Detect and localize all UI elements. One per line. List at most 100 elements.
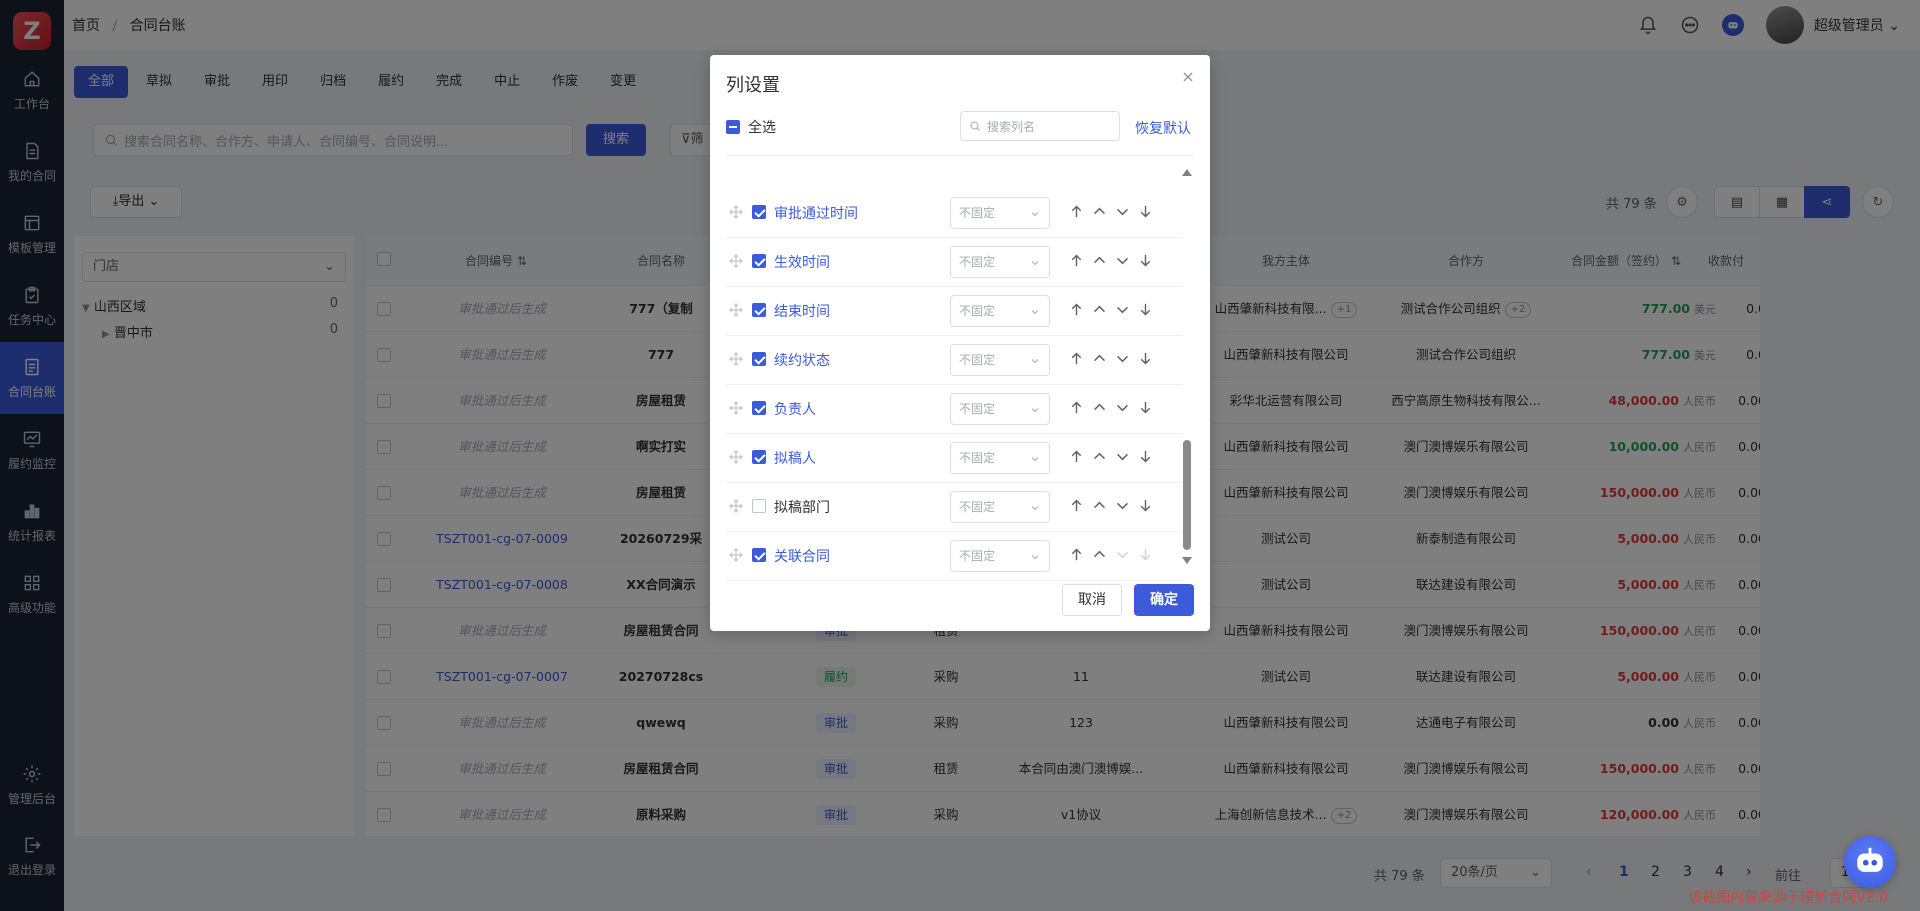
move-bottom-icon[interactable]	[1137, 497, 1154, 514]
column-fixed-value: 不固定	[959, 500, 996, 514]
restore-default-button[interactable]: 恢复默认	[1135, 118, 1191, 138]
drag-handle-icon[interactable]	[728, 204, 744, 220]
column-fixed-select[interactable]: 不固定	[950, 197, 1050, 229]
move-down-icon[interactable]	[1114, 252, 1131, 269]
column-fixed-select[interactable]: 不固定	[950, 442, 1050, 474]
cancel-button[interactable]: 取消	[1062, 584, 1122, 616]
column-fixed-select[interactable]: 不固定	[950, 344, 1050, 376]
column-visible-checkbox[interactable]	[752, 401, 766, 415]
move-top-icon[interactable]	[1068, 399, 1085, 416]
close-icon[interactable]	[1180, 69, 1196, 85]
column-visible-checkbox[interactable]	[752, 499, 766, 513]
column-fixed-value: 不固定	[959, 304, 996, 318]
column-fixed-select[interactable]: 不固定	[950, 295, 1050, 327]
move-bottom-icon[interactable]	[1137, 252, 1154, 269]
chevron-down-icon	[1031, 408, 1039, 413]
drag-handle-icon[interactable]	[728, 253, 744, 269]
column-fixed-value: 不固定	[959, 549, 996, 563]
move-up-icon[interactable]	[1091, 203, 1108, 220]
move-controls	[1068, 350, 1154, 367]
column-fixed-select[interactable]: 不固定	[950, 540, 1050, 572]
column-visible-checkbox[interactable]	[752, 303, 766, 317]
column-name: 生效时间	[774, 255, 830, 271]
move-controls	[1068, 399, 1154, 416]
select-all-checkbox[interactable]: 全选	[726, 117, 776, 137]
move-down-icon[interactable]	[1114, 203, 1131, 220]
column-setting-row[interactable]: 续约状态 不固定	[726, 336, 1182, 385]
column-search-placeholder: 搜索列名	[987, 119, 1036, 134]
ai-assistant-icon[interactable]	[1844, 836, 1896, 888]
column-name: 审批通过时间	[774, 206, 858, 222]
drag-handle-icon[interactable]	[728, 449, 744, 465]
column-visible-checkbox[interactable]	[752, 205, 766, 219]
move-down-icon[interactable]	[1114, 350, 1131, 367]
move-top-icon[interactable]	[1068, 203, 1085, 220]
move-up-icon[interactable]	[1091, 448, 1108, 465]
column-setting-row[interactable]: 负责人 不固定	[726, 385, 1182, 434]
search-icon	[970, 121, 980, 131]
drag-handle-icon[interactable]	[728, 351, 744, 367]
move-up-icon[interactable]	[1091, 497, 1108, 514]
move-top-icon[interactable]	[1068, 252, 1085, 269]
footer-note: 该截图内容来源于璞新合同V2.0	[1688, 890, 1888, 906]
drag-handle-icon[interactable]	[728, 547, 744, 563]
column-setting-row[interactable]: 拟稿部门 不固定	[726, 483, 1182, 532]
indeterminate-checkbox-icon	[726, 120, 740, 134]
move-top-icon[interactable]	[1068, 350, 1085, 367]
column-visible-checkbox[interactable]	[752, 548, 766, 562]
column-fixed-value: 不固定	[959, 353, 996, 367]
drag-handle-icon[interactable]	[728, 400, 744, 416]
move-top-icon[interactable]	[1068, 546, 1085, 563]
column-fixed-select[interactable]: 不固定	[950, 393, 1050, 425]
drag-handle-icon[interactable]	[728, 498, 744, 514]
column-name: 关联合同	[774, 549, 830, 565]
move-up-icon[interactable]	[1091, 301, 1108, 318]
column-visible-checkbox[interactable]	[752, 450, 766, 464]
move-bottom-icon[interactable]	[1137, 203, 1154, 220]
column-visible-checkbox[interactable]	[752, 254, 766, 268]
move-up-icon[interactable]	[1091, 350, 1108, 367]
column-fixed-value: 不固定	[959, 402, 996, 416]
move-top-icon[interactable]	[1068, 448, 1085, 465]
move-down-icon[interactable]	[1114, 497, 1131, 514]
column-name: 负责人	[774, 402, 816, 418]
column-setting-row[interactable]: 结束时间 不固定	[726, 287, 1182, 336]
column-fixed-select[interactable]: 不固定	[950, 491, 1050, 523]
chevron-down-icon	[1031, 261, 1039, 266]
move-bottom-icon[interactable]	[1137, 350, 1154, 367]
move-down-icon[interactable]	[1114, 301, 1131, 318]
move-bottom-icon[interactable]	[1137, 301, 1154, 318]
move-down-icon[interactable]	[1114, 448, 1131, 465]
drag-handle-icon[interactable]	[728, 302, 744, 318]
scroll-down-arrow-icon[interactable]	[1182, 557, 1192, 564]
column-setting-row[interactable]: 生效时间 不固定	[726, 238, 1182, 287]
move-down-icon	[1116, 551, 1129, 559]
move-controls	[1068, 546, 1154, 563]
move-bottom-icon[interactable]	[1137, 399, 1154, 416]
move-controls	[1068, 203, 1154, 220]
move-controls	[1068, 448, 1154, 465]
move-top-icon[interactable]	[1068, 301, 1085, 318]
scroll-up-arrow-icon[interactable]	[1182, 169, 1192, 176]
column-setting-row[interactable]: 拟稿人 不固定	[726, 434, 1182, 483]
confirm-button[interactable]: 确定	[1134, 584, 1194, 616]
scrollbar-thumb[interactable]	[1183, 440, 1191, 550]
move-up-icon[interactable]	[1091, 399, 1108, 416]
move-up-icon[interactable]	[1091, 546, 1108, 563]
move-controls	[1068, 301, 1154, 318]
column-fixed-select[interactable]: 不固定	[950, 246, 1050, 278]
move-down-icon[interactable]	[1114, 399, 1131, 416]
dialog-divider	[726, 155, 1194, 156]
column-setting-row[interactable]: 关联合同 不固定	[726, 532, 1182, 581]
column-setting-row[interactable]: 审批通过时间 不固定	[726, 189, 1182, 238]
column-name: 拟稿人	[774, 451, 816, 467]
column-search-input[interactable]: 搜索列名	[960, 111, 1120, 141]
chevron-down-icon	[1031, 212, 1039, 217]
column-settings-dialog: 列设置 全选 搜索列名 恢复默认 审批通过时间 不固定 生效时间 不固定 结束时间 不固定…	[710, 55, 1210, 631]
move-top-icon[interactable]	[1068, 497, 1085, 514]
move-bottom-icon[interactable]	[1137, 448, 1154, 465]
chevron-down-icon	[1031, 359, 1039, 364]
column-visible-checkbox[interactable]	[752, 352, 766, 366]
dialog-title: 列设置	[726, 75, 780, 96]
move-up-icon[interactable]	[1091, 252, 1108, 269]
